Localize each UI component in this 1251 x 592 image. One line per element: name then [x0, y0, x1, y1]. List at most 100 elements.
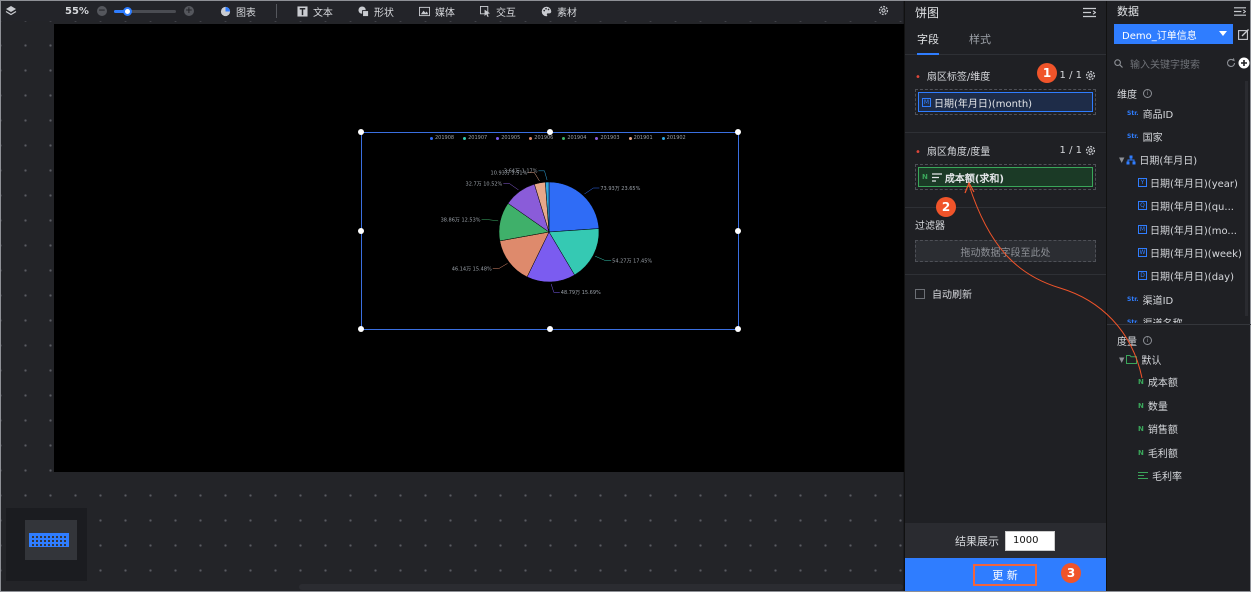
minimap[interactable] [6, 508, 87, 581]
pie-chart-icon [220, 6, 231, 16]
week-type-icon: W [1138, 248, 1147, 257]
dimension-group-title: 维度 [1117, 90, 1137, 101]
toolbar-text-button[interactable]: 文本 [297, 4, 333, 19]
resize-handle-top-right[interactable] [735, 129, 741, 135]
string-type-icon: Str. [1127, 133, 1139, 140]
zoom-slider[interactable] [113, 6, 176, 16]
resize-handle-left[interactable] [358, 228, 364, 234]
field-item-channel-name[interactable]: Str. 渠道名称 [1127, 315, 1183, 323]
refresh-icon[interactable] [1226, 58, 1236, 68]
info-icon[interactable]: i [1143, 89, 1152, 98]
day-type-icon: D [1138, 271, 1147, 280]
update-button[interactable]: 更 新 [973, 563, 1037, 586]
sort-icon[interactable] [931, 172, 942, 182]
zoom-slider-knob[interactable] [122, 6, 132, 16]
interaction-icon [479, 5, 491, 17]
toolbar-media-button[interactable]: 媒体 [418, 4, 455, 19]
tab-fields[interactable]: 字段 [917, 25, 939, 55]
toolbar-interaction-button[interactable]: 交互 [479, 4, 516, 19]
info-icon[interactable]: i [1143, 336, 1152, 345]
measure-section-header: • 扇区角度/度量 1 / 1 [905, 143, 1106, 158]
field-item-sales[interactable]: N 销售额 [1138, 421, 1178, 437]
field-item-quantity[interactable]: N 数量 [1138, 398, 1168, 414]
filter-drop-zone[interactable]: 拖动数据字段至此处 [915, 240, 1096, 262]
text-icon [297, 5, 308, 17]
resize-handle-right[interactable] [735, 228, 741, 234]
palette-icon [541, 6, 552, 16]
minimap-preview [29, 533, 69, 547]
dashboard-screen[interactable]: 201908 201907 201905 201906 201904 201903 2019… [54, 24, 904, 472]
measure-group-header: 度量 i [1117, 333, 1152, 348]
field-item-date-year[interactable]: Y 日期(年月日)(year) [1138, 175, 1238, 190]
canvas-horizontal-scrollbar[interactable] [299, 584, 903, 590]
measure-drop-zone[interactable]: N 成本额(求和) [915, 164, 1096, 190]
field-group-date[interactable]: ▼ 日期(年月日) [1119, 152, 1197, 167]
toolbar-chart-button[interactable]: 图表 [220, 4, 256, 19]
config-header: 饼图 [905, 1, 1106, 23]
slice-data-label: 48.79万 15.69% [561, 290, 601, 296]
dataset-select[interactable]: Demo_订单信息 [1114, 24, 1233, 44]
field-item-date-week[interactable]: W 日期(年月日)(week) [1138, 245, 1242, 260]
tab-style[interactable]: 样式 [969, 25, 991, 55]
minimap-viewport [25, 520, 77, 560]
field-label: 数量 [1147, 402, 1168, 413]
pie-chart: 73.93万 23.65% 54.27万 17.45% 48.79万 15.69% 4… [441, 169, 653, 297]
field-item-channel-id[interactable]: Str. 渠道ID [1127, 292, 1173, 307]
expand-caret-icon[interactable]: ▼ [1119, 356, 1124, 364]
dimension-field-pill[interactable]: M 日期(年月日)(month) [918, 92, 1093, 112]
gear-icon[interactable] [1085, 145, 1096, 156]
quarter-type-icon: Q [1138, 201, 1147, 210]
toolbar-material-button[interactable]: 素材 [541, 4, 577, 19]
gear-icon[interactable] [1085, 70, 1096, 81]
data-panel-title: 数据 [1117, 5, 1139, 18]
step-badge-1: 1 [1037, 63, 1057, 83]
dimension-field-label: 日期(年月日)(month) [934, 98, 1033, 110]
expand-caret-icon[interactable]: ▼ [1119, 156, 1124, 164]
field-item-date-month[interactable]: M 日期(年月日)(mo... [1138, 222, 1237, 237]
measure-field-pill[interactable]: N 成本额(求和) [918, 167, 1093, 187]
auto-refresh-checkbox[interactable] [915, 288, 925, 299]
collapse-data-panel-icon[interactable] [1234, 6, 1246, 17]
resize-handle-bottom[interactable] [547, 326, 553, 332]
resize-handle-top-left[interactable] [358, 129, 364, 135]
canvas-settings-icon[interactable] [878, 5, 889, 19]
canvas-area[interactable]: 201908 201907 201905 201906 201904 201903 2019… [1, 21, 904, 591]
field-item-cost[interactable]: N 成本额 [1138, 374, 1178, 390]
field-item-gross-profit[interactable]: N 毛利额 [1138, 445, 1178, 461]
add-field-icon[interactable] [1238, 57, 1250, 69]
field-item-country[interactable]: Str. 国家 [1127, 129, 1163, 144]
field-item-date-quarter[interactable]: Q 日期(年月日)(qu... [1138, 198, 1234, 213]
zoom-out-icon[interactable]: − [96, 6, 107, 16]
string-type-icon: Str. [1127, 110, 1139, 117]
resize-handle-bottom-left[interactable] [358, 326, 364, 332]
slice-data-label: 73.93万 23.65% [600, 186, 640, 192]
edit-dataset-icon[interactable] [1238, 29, 1249, 40]
measure-count: 1 / 1 [1059, 145, 1082, 156]
hierarchy-icon [1126, 155, 1136, 164]
slice-label-line [503, 183, 519, 191]
search-input[interactable]: 输入关键字搜索 [1130, 56, 1200, 71]
field-item-date-day[interactable]: D 日期(年月日)(day) [1138, 268, 1234, 283]
search-icon [1114, 58, 1123, 68]
field-item-product-id[interactable]: Str. 商品ID [1127, 106, 1173, 121]
top-toolbar: 55% − + 图表 文本 形状 媒体 交互 素材 [1, 1, 903, 21]
field-label: 默认 [1141, 356, 1162, 367]
toolbar-media-label: 媒体 [434, 7, 455, 19]
field-item-gross-margin[interactable]: 毛利率 [1138, 468, 1182, 483]
resize-handle-bottom-right[interactable] [735, 326, 741, 332]
toolbar-shape-button[interactable]: 形状 [358, 4, 394, 19]
dimension-scrollbar[interactable] [1245, 81, 1248, 316]
slice-label-line [584, 187, 600, 195]
auto-refresh-row[interactable]: 自动刷新 [905, 286, 1106, 301]
dimension-drop-zone[interactable]: M 日期(年月日)(month) [915, 89, 1096, 115]
pie-chart-widget[interactable]: 201908 201907 201905 201906 201904 201903 2019… [358, 129, 741, 332]
measure-folder-default[interactable]: ▼ 默认 [1119, 352, 1161, 367]
field-search[interactable]: 输入关键字搜索 [1114, 55, 1251, 71]
zoom-in-icon[interactable]: + [183, 6, 194, 16]
resize-handle-top[interactable] [547, 129, 553, 135]
measure-section-title: 扇区角度/度量 [926, 147, 991, 158]
layers-icon[interactable] [1, 1, 21, 21]
result-limit-input[interactable]: 1000 [1005, 530, 1055, 551]
result-limit-row: 结果展示 1000 [905, 523, 1107, 558]
collapse-panel-icon[interactable] [1083, 7, 1096, 18]
